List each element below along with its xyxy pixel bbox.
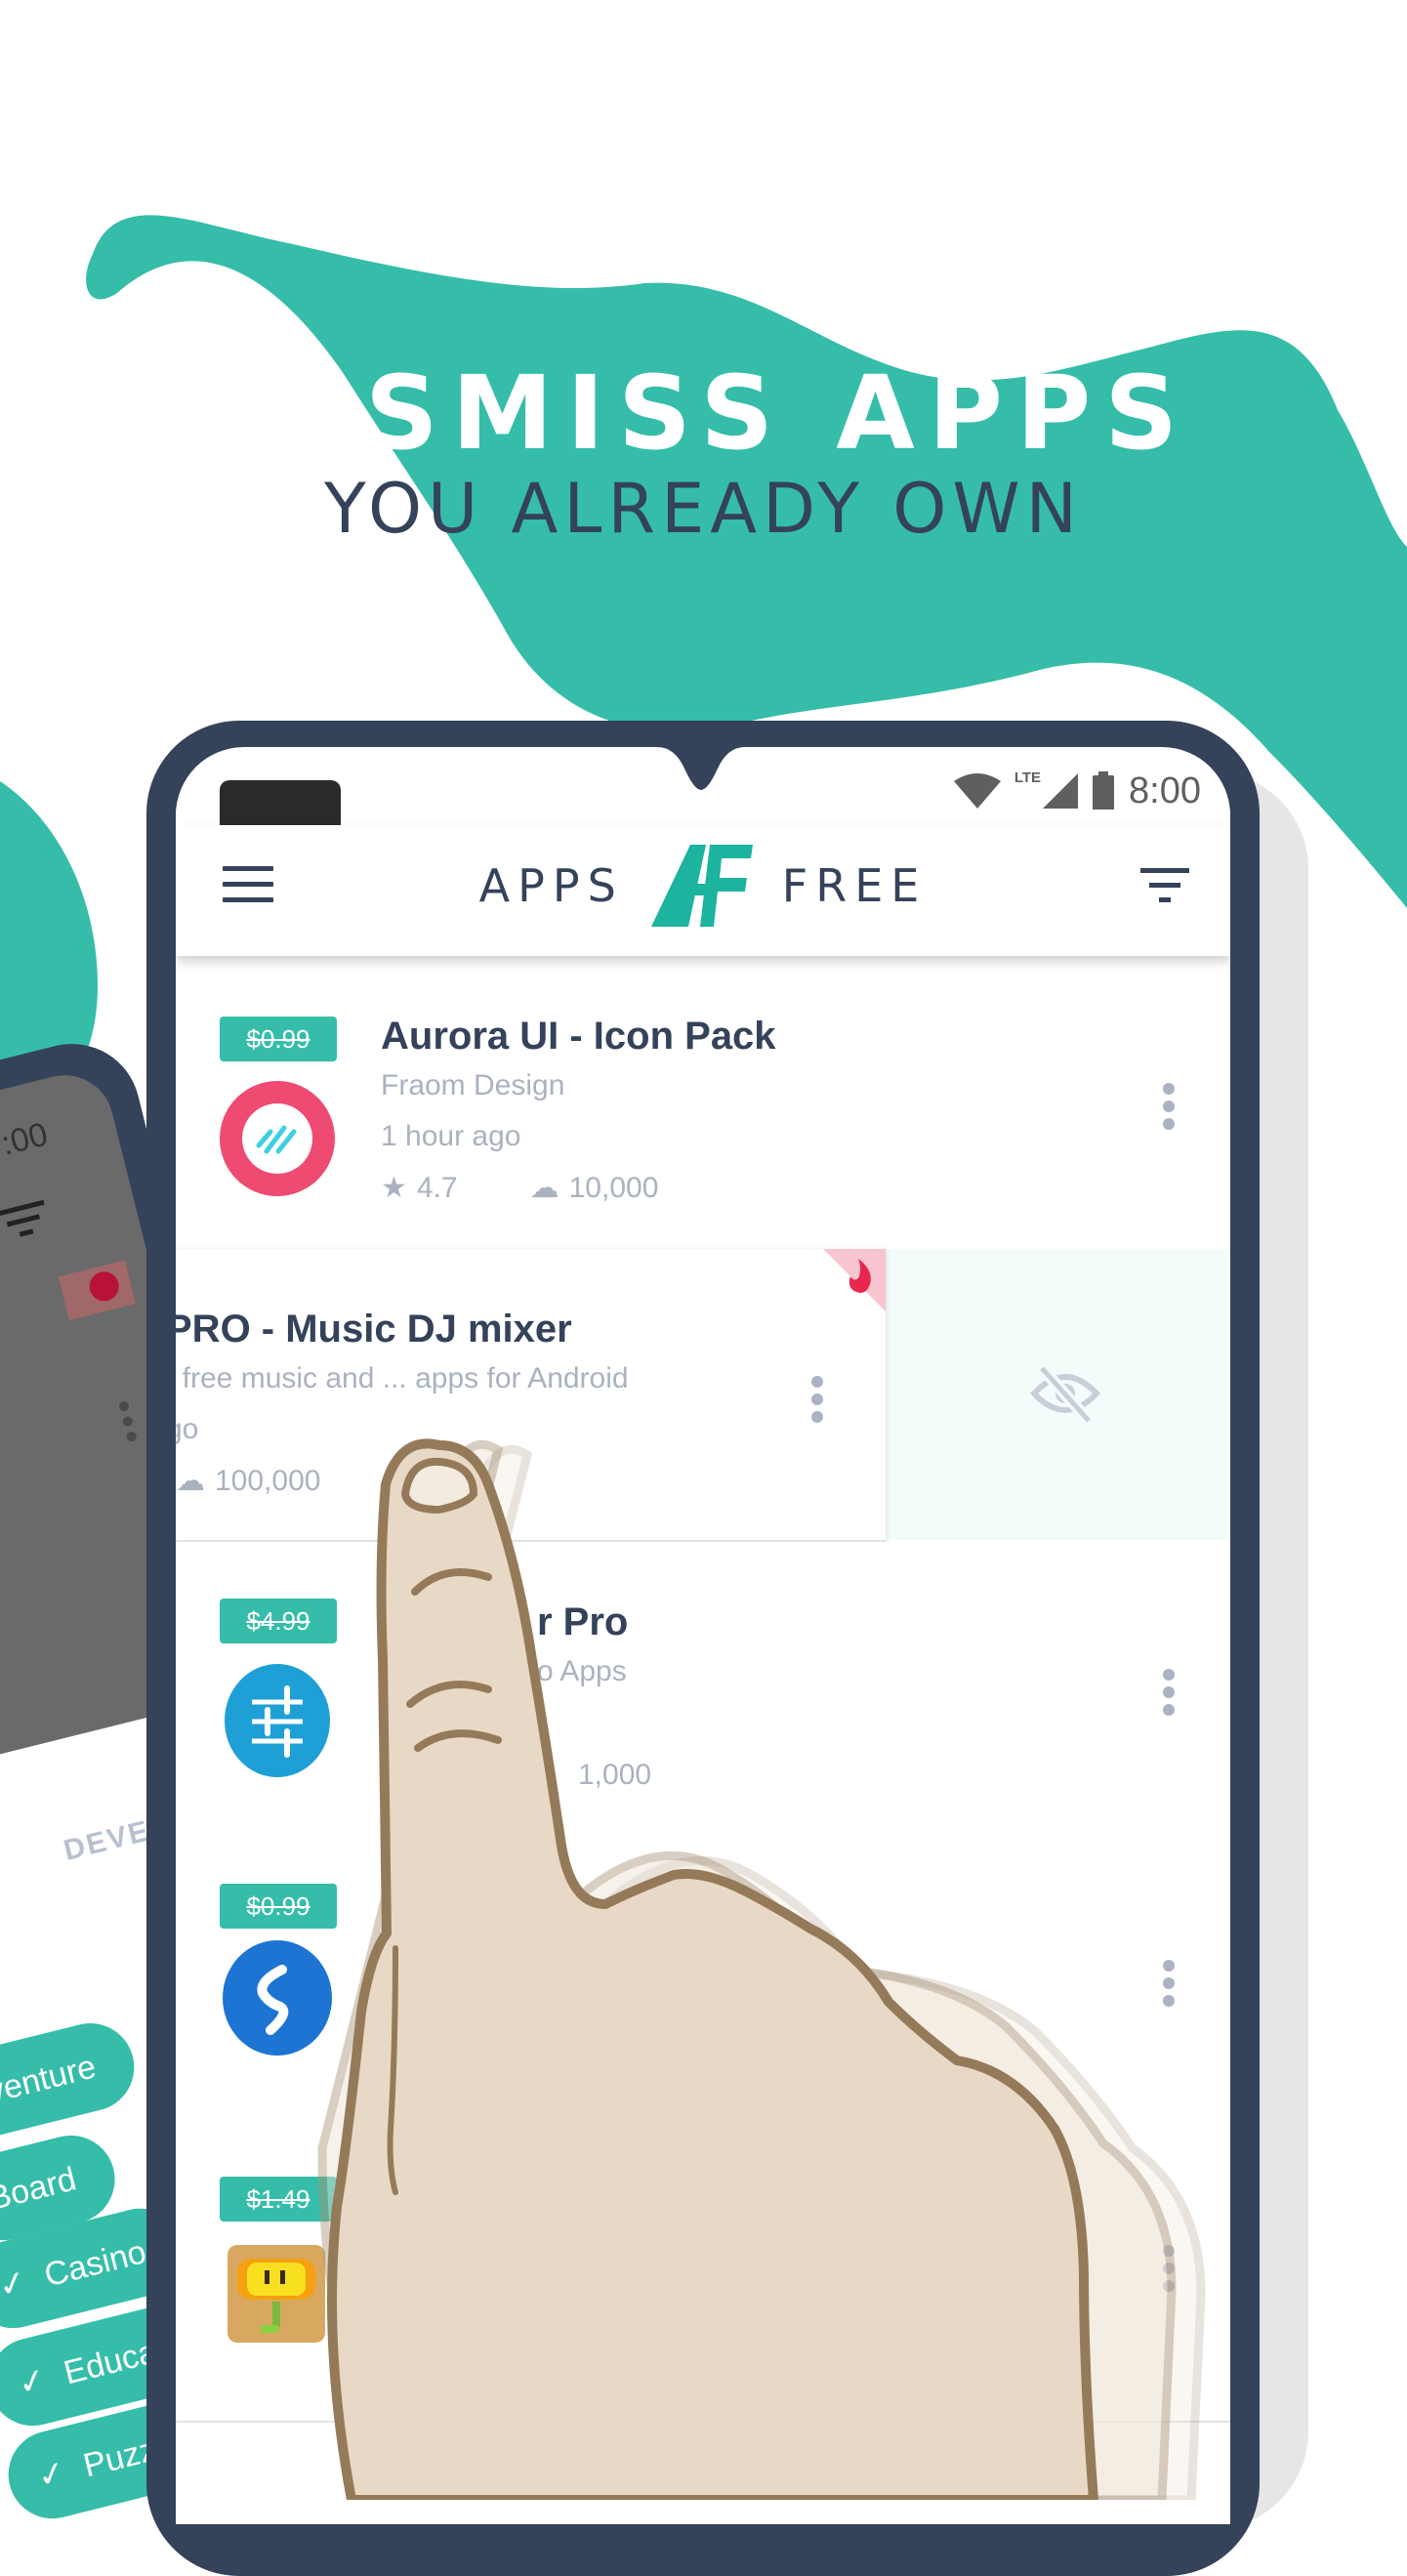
- s-app-icon: [223, 1940, 332, 2056]
- price-badge: $0.99: [220, 1017, 337, 1061]
- app-time: go: [176, 1413, 199, 1445]
- app-developer: o Apps: [537, 1655, 627, 1687]
- logo-text-free: FREE: [781, 859, 928, 912]
- downloads: 10,000: [568, 1171, 659, 1204]
- app-title: Aurora UI - Icon Pack: [381, 1015, 776, 1058]
- status-time: 8:00: [1129, 769, 1201, 811]
- cloud-download-icon: ☁: [176, 1465, 205, 1497]
- more-vert-icon[interactable]: [1163, 1669, 1177, 1722]
- list-item[interactable]: $0.99: [176, 1835, 1230, 2130]
- app-bar: APPS FREE: [176, 825, 1230, 956]
- list-item[interactable]: $0.99 Aurora UI - Icon Pack Fraom Design…: [176, 956, 1230, 1251]
- app-meta: ☁ 100,000: [176, 1464, 320, 1498]
- list-item-swiped[interactable]: PRO - Music DJ mixer t free music and ..…: [176, 1249, 1230, 1542]
- list-item[interactable]: $1.49: [176, 2128, 1230, 2423]
- price-badge: $1.49: [220, 2177, 337, 2222]
- more-vert-icon[interactable]: [811, 1376, 825, 1429]
- rating: 4.7: [416, 1171, 458, 1204]
- logo-text-apps: APPS: [478, 859, 624, 912]
- cell-signal-icon: [1043, 773, 1079, 809]
- battery-icon: [1093, 771, 1115, 810]
- filter-icon: [0, 1199, 53, 1249]
- dismiss-action-area[interactable]: [886, 1249, 1230, 1540]
- cloud-download-icon: ☁: [529, 1172, 559, 1204]
- more-vert-icon[interactable]: [1163, 1083, 1177, 1136]
- check-icon: ✓: [33, 2453, 70, 2497]
- equalizer-icon: [225, 1664, 330, 1777]
- app-meta: ★ 4.7 ☁ 10,000: [381, 1171, 658, 1205]
- headline-title: DISMISS APPS: [215, 353, 1192, 473]
- phone-screen: LTE 8:00 APPS FREE PRO: [176, 747, 1230, 2524]
- price-badge: $4.99: [220, 1599, 337, 1643]
- price-badge: $0.99: [220, 1884, 337, 1929]
- star-icon: ★: [381, 1172, 407, 1204]
- hide-eye-icon[interactable]: [1030, 1364, 1100, 1423]
- aurora-icon: [220, 1081, 335, 1196]
- check-icon: ✓: [14, 2360, 51, 2404]
- list-item[interactable]: $4.99 r Pro o Apps 1,000: [176, 1542, 1230, 1837]
- more-vert-icon[interactable]: [1163, 2245, 1177, 2298]
- app-title: PRO - Music DJ mixer: [176, 1308, 572, 1350]
- app-description: t free music and ... apps for Android: [176, 1362, 629, 1394]
- check-icon: ✓: [0, 2263, 31, 2306]
- hot-badge: [823, 1249, 886, 1311]
- background-status-time: :00: [0, 1115, 52, 1163]
- more-vert-icon: [117, 1400, 139, 1448]
- app-title: r Pro: [537, 1600, 629, 1643]
- downloads: 100,000: [215, 1464, 321, 1497]
- more-vert-icon[interactable]: [1163, 1960, 1177, 2013]
- lte-label: LTE: [1014, 769, 1042, 786]
- app-logo: APPS FREE: [176, 845, 1230, 927]
- af-logo-icon: [650, 845, 753, 927]
- phone-notch: [657, 747, 745, 790]
- app-time: 1 hour ago: [381, 1120, 521, 1152]
- downloads: 1,000: [578, 1759, 652, 1791]
- swiped-card[interactable]: PRO - Music DJ mixer t free music and ..…: [176, 1249, 886, 1542]
- app-developer: Fraom Design: [381, 1069, 565, 1101]
- headline-subtitle: YOU ALREADY OWN: [324, 469, 1083, 549]
- pixel-flower-icon: [228, 2245, 325, 2343]
- wifi-icon: [953, 773, 1001, 809]
- filter-icon[interactable]: [1140, 868, 1189, 911]
